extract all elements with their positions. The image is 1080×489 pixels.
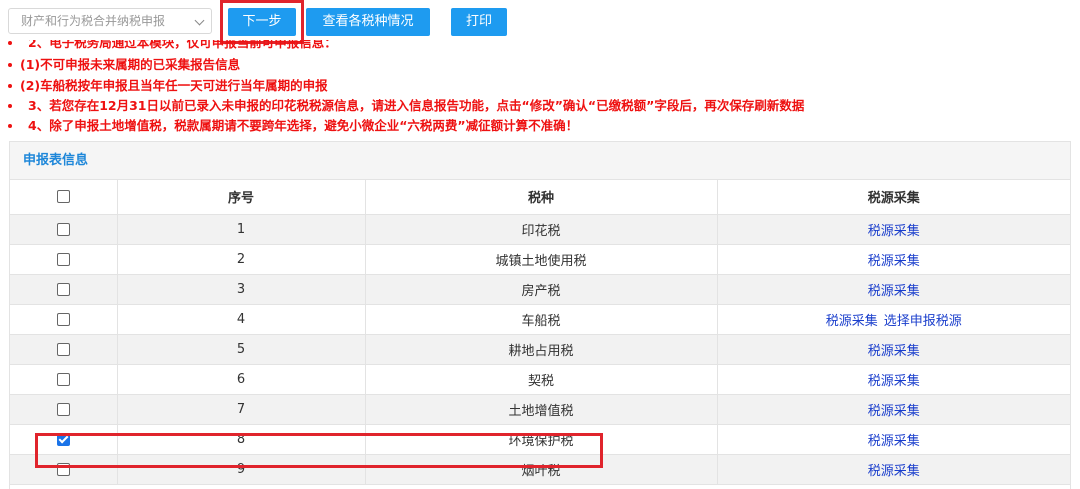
row-checkbox-cell xyxy=(10,363,118,395)
row-checkbox-cell xyxy=(10,393,118,425)
tax-source-collect-link[interactable]: 税源采集 xyxy=(868,224,920,239)
header-seq: 序号 xyxy=(116,180,366,215)
notice-item: 3、若您存在12月31日以前已录入未申报的印花税税源信息，请进入信息报告功能，点… xyxy=(8,97,804,115)
row-tax-type: 城镇土地使用税 xyxy=(364,243,718,275)
view-tax-status-button[interactable]: 查看各税种情况 xyxy=(306,8,430,36)
row-checkbox[interactable] xyxy=(56,312,70,326)
chevron-down-icon xyxy=(194,15,205,26)
row-seq: 1 xyxy=(116,213,366,245)
row-checkbox-cell xyxy=(10,213,118,245)
row-seq: 6 xyxy=(116,363,366,395)
toolbar: 财产和行为税合并纳税申报 下一步 查看各税种情况 打印 xyxy=(0,0,1080,44)
row-source-links: 税源采集 xyxy=(716,453,1070,485)
row-tax-type: 耕地占用税 xyxy=(364,333,718,365)
row-source-links: 税源采集 xyxy=(716,423,1070,455)
row-checkbox-cell xyxy=(10,243,118,275)
table-row: 6 契税 税源采集 xyxy=(10,363,1070,395)
row-checkbox[interactable] xyxy=(56,372,70,386)
notice-item: 4、除了申报土地增值税，税款属期请不要跨年选择，避免小微企业“六税两费”减征额计… xyxy=(8,117,578,135)
select-declaration-source-link[interactable]: 选择申报税源 xyxy=(884,314,962,329)
row-source-links: 税源采集 xyxy=(716,393,1070,425)
row-source-links: 税源采集 xyxy=(716,213,1070,245)
row-seq: 9 xyxy=(116,453,366,485)
row-source-links: 税源采集 xyxy=(716,333,1070,365)
row-checkbox-cell xyxy=(10,423,118,455)
row-tax-type: 土地增值税 xyxy=(364,393,718,425)
row-checkbox[interactable] xyxy=(56,462,70,476)
row-checkbox-cell xyxy=(10,333,118,365)
row-checkbox-cell xyxy=(10,303,118,335)
tax-source-collect-link[interactable]: 税源采集 xyxy=(826,314,878,329)
notice-list: 2、电子税务局通过本模块，仅可申报当前可申报信息： (1)不可申报未来属期的已采… xyxy=(0,40,1080,138)
tax-source-collect-link[interactable]: 税源采集 xyxy=(868,434,920,449)
table-row: 3 房产税 税源采集 xyxy=(10,273,1070,305)
tax-source-collect-link[interactable]: 税源采集 xyxy=(868,344,920,359)
bullet-icon xyxy=(8,103,12,108)
row-seq: 7 xyxy=(116,393,366,425)
row-tax-type: 契税 xyxy=(364,363,718,395)
row-checkbox[interactable] xyxy=(56,402,70,416)
row-source-links: 税源采集 xyxy=(716,273,1070,305)
tax-source-collect-link[interactable]: 税源采集 xyxy=(868,254,920,269)
print-button[interactable]: 打印 xyxy=(451,8,507,36)
select-value: 财产和行为税合并纳税申报 xyxy=(21,14,166,28)
table-row: 4 车船税 税源采集 选择申报税源 xyxy=(10,303,1070,335)
table-body: 1 印花税 税源采集 2 城镇土地使用税 税源采集 3 房产税 税源采集 4 车船税 税源采集 选择申报… xyxy=(10,213,1070,485)
tax-source-collect-link[interactable]: 税源采集 xyxy=(868,284,920,299)
row-source-links: 税源采集 选择申报税源 xyxy=(716,303,1070,335)
tax-source-collect-link[interactable]: 税源采集 xyxy=(868,374,920,389)
bullet-icon xyxy=(8,62,12,67)
notice-item: 2、电子税务局通过本模块，仅可申报当前可申报信息： xyxy=(8,40,337,52)
row-tax-type: 环境保护税 xyxy=(364,423,718,455)
row-checkbox[interactable] xyxy=(56,432,70,446)
row-seq: 8 xyxy=(116,423,366,455)
row-source-links: 税源采集 xyxy=(716,243,1070,275)
tax-source-collect-link[interactable]: 税源采集 xyxy=(868,464,920,479)
notice-item: (1)不可申报未来属期的已采集报告信息 xyxy=(8,56,240,74)
table-row: 9 烟叶税 税源采集 xyxy=(10,453,1070,485)
row-tax-type: 印花税 xyxy=(364,213,718,245)
table-title: 申报表信息 xyxy=(10,142,1070,180)
tax-source-collect-link[interactable]: 税源采集 xyxy=(868,404,920,419)
row-seq: 4 xyxy=(116,303,366,335)
table-header-row: 序号 税种 税源采集 xyxy=(10,180,1070,215)
row-source-links: 税源采集 xyxy=(716,363,1070,395)
table-row: 2 城镇土地使用税 税源采集 xyxy=(10,243,1070,275)
row-seq: 3 xyxy=(116,273,366,305)
row-tax-type: 烟叶税 xyxy=(364,453,718,485)
declaration-type-select[interactable]: 财产和行为税合并纳税申报 xyxy=(8,8,212,34)
row-checkbox-cell xyxy=(10,453,118,485)
row-checkbox[interactable] xyxy=(56,252,70,266)
row-seq: 5 xyxy=(116,333,366,365)
row-checkbox[interactable] xyxy=(56,342,70,356)
bullet-icon xyxy=(8,40,12,45)
next-step-button[interactable]: 下一步 xyxy=(228,8,296,36)
select-all-cell xyxy=(10,180,118,215)
row-tax-type: 车船税 xyxy=(364,303,718,335)
row-checkbox-cell xyxy=(10,273,118,305)
select-all-checkbox[interactable] xyxy=(56,190,70,204)
row-checkbox[interactable] xyxy=(56,222,70,236)
table-row: 5 耕地占用税 税源采集 xyxy=(10,333,1070,365)
bullet-icon xyxy=(8,123,12,128)
row-checkbox[interactable] xyxy=(56,282,70,296)
header-source: 税源采集 xyxy=(716,180,1070,215)
declaration-table: 序号 税种 税源采集 1 印花税 税源采集 2 城镇土地使用税 税源采集 3 房产税 税源采集 4… xyxy=(10,180,1070,485)
notice-item: (2)车船税按年申报且当年任一天可进行当年属期的申报 xyxy=(8,77,328,95)
table-row: 8 环境保护税 税源采集 xyxy=(10,423,1070,455)
table-row: 7 土地增值税 税源采集 xyxy=(10,393,1070,425)
declaration-table-panel: 申报表信息 序号 税种 税源采集 1 印花税 税源采集 2 城镇土地使用税 税源采集 3 房产… xyxy=(9,141,1071,489)
header-tax: 税种 xyxy=(364,180,718,215)
row-tax-type: 房产税 xyxy=(364,273,718,305)
row-seq: 2 xyxy=(116,243,366,275)
bullet-icon xyxy=(8,83,12,88)
table-row: 1 印花税 税源采集 xyxy=(10,213,1070,245)
